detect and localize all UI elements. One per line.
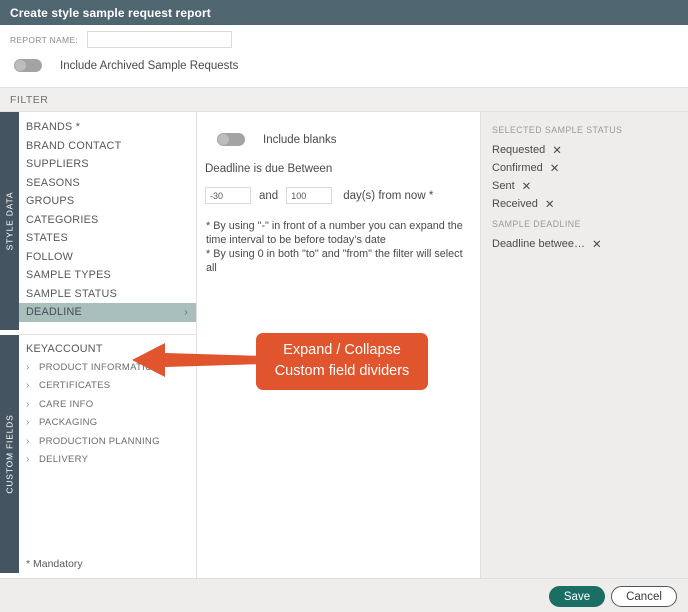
list-item-brands[interactable]: BRANDS *: [19, 118, 196, 137]
include-archived-label: Include Archived Sample Requests: [60, 60, 238, 72]
tab-custom-fields[interactable]: CUSTOM FIELDS: [0, 335, 19, 573]
remove-icon[interactable]: ✕: [545, 197, 555, 211]
custom-field-label: DELIVERY: [39, 454, 88, 465]
list-item-label: BRANDS *: [26, 121, 80, 133]
list-item-label: BRAND CONTACT: [26, 140, 121, 152]
list-item-label: SUPPLIERS: [26, 158, 89, 170]
include-archived-toggle[interactable]: [14, 59, 42, 72]
deadline-note-zero: * By using 0 in both "to" and "from" the…: [206, 247, 474, 275]
include-blanks-toggle[interactable]: [217, 133, 245, 146]
selected-status-received: Received ✕: [492, 197, 555, 211]
report-name-row: REPORT NAME:: [10, 31, 232, 48]
remove-icon[interactable]: ✕: [592, 237, 602, 251]
list-item-brand-contact[interactable]: BRAND CONTACT: [19, 137, 196, 156]
list-item-label: DEADLINE: [26, 306, 82, 318]
toggle-knob-icon: [15, 60, 26, 71]
sample-deadline-header: SAMPLE DEADLINE: [492, 219, 581, 229]
tab-style-data[interactable]: STYLE DATA: [0, 112, 19, 330]
tab-custom-fields-label: CUSTOM FIELDS: [5, 414, 15, 493]
days-from-now-label: day(s) from now *: [343, 190, 433, 202]
chip-label: Confirmed: [492, 162, 543, 174]
chevron-right-icon: ›: [26, 417, 39, 428]
selected-sample-status-header: SELECTED SAMPLE STATUS: [492, 125, 622, 135]
save-button[interactable]: Save: [549, 586, 605, 607]
list-item-sample-types[interactable]: SAMPLE TYPES: [19, 266, 196, 285]
panel-divider: [19, 334, 196, 335]
filter-section-bar: FILTER: [0, 87, 688, 112]
selected-status-sent: Sent ✕: [492, 179, 531, 193]
chip-label: Deadline betwee…: [492, 238, 585, 250]
list-item-label: SAMPLE TYPES: [26, 269, 111, 281]
remove-icon[interactable]: ✕: [552, 143, 562, 157]
annotation-arrow-icon: [132, 340, 262, 380]
chip-label: Requested: [492, 144, 545, 156]
toggle-knob-icon: [218, 134, 229, 145]
deadline-from-input[interactable]: [205, 187, 251, 204]
include-archived-row: Include Archived Sample Requests: [14, 59, 238, 72]
tab-style-data-label: STYLE DATA: [5, 192, 15, 251]
custom-field-label: PACKAGING: [39, 417, 97, 428]
custom-fields-group-label: KEYACCOUNT: [26, 343, 103, 355]
custom-field-production-planning[interactable]: › PRODUCTION PLANNING: [19, 432, 196, 451]
deadline-between-label: Deadline is due Between: [205, 163, 332, 175]
list-item-label: FOLLOW: [26, 251, 73, 263]
page-title: Create style sample request report: [10, 6, 211, 20]
selected-deadline-chip: Deadline betwee… ✕: [492, 237, 602, 251]
list-item-label: GROUPS: [26, 195, 74, 207]
list-item-label: CATEGORIES: [26, 214, 99, 226]
custom-field-label: PRODUCTION PLANNING: [39, 436, 160, 447]
custom-field-care-info[interactable]: › CARE INFO: [19, 395, 196, 414]
list-item-label: SAMPLE STATUS: [26, 288, 117, 300]
list-item-states[interactable]: STATES: [19, 229, 196, 248]
range-and-label: and: [259, 190, 278, 202]
save-button-label: Save: [564, 591, 590, 603]
chevron-right-icon: ›: [26, 436, 39, 447]
deadline-to-input[interactable]: [286, 187, 332, 204]
include-blanks-row: Include blanks: [217, 133, 337, 146]
vertical-tab-strip: STYLE DATA CUSTOM FIELDS: [0, 112, 19, 578]
chevron-right-icon: ›: [26, 399, 39, 410]
chevron-right-icon: ›: [26, 362, 39, 373]
chevron-right-icon: ›: [26, 454, 39, 465]
remove-icon[interactable]: ✕: [550, 161, 560, 175]
window-title-bar: Create style sample request report: [0, 0, 688, 25]
chip-label: Sent: [492, 180, 515, 192]
list-item-label: SEASONS: [26, 177, 80, 189]
annotation-line-1: Expand / Collapse: [261, 340, 423, 361]
list-item-categories[interactable]: CATEGORIES: [19, 211, 196, 230]
list-item-deadline[interactable]: DEADLINE ›: [19, 303, 196, 322]
list-item-suppliers[interactable]: SUPPLIERS: [19, 155, 196, 174]
chevron-right-icon: ›: [26, 380, 39, 391]
custom-field-delivery[interactable]: › DELIVERY: [19, 451, 196, 470]
list-item-sample-status[interactable]: SAMPLE STATUS: [19, 285, 196, 304]
mandatory-note: * Mandatory: [26, 558, 83, 570]
list-item-label: STATES: [26, 232, 68, 244]
dialog-footer: Save Cancel: [0, 578, 688, 612]
top-form-area: REPORT NAME: Include Archived Sample Req…: [0, 25, 688, 87]
custom-field-packaging[interactable]: › PACKAGING: [19, 414, 196, 433]
selected-filters-panel: SELECTED SAMPLE STATUS Requested ✕ Confi…: [481, 112, 688, 578]
custom-field-label: CERTIFICATES: [39, 380, 110, 391]
deadline-range-row: and day(s) from now *: [205, 187, 433, 204]
chip-label: Received: [492, 198, 538, 210]
annotation-line-2: Custom field dividers: [261, 361, 423, 382]
custom-field-label: CARE INFO: [39, 399, 93, 410]
report-name-input[interactable]: [87, 31, 232, 48]
list-item-groups[interactable]: GROUPS: [19, 192, 196, 211]
remove-icon[interactable]: ✕: [522, 179, 532, 193]
annotation-callout: Expand / Collapse Custom field dividers: [256, 333, 428, 390]
filter-label: FILTER: [10, 94, 48, 106]
deadline-note-negative: * By using "-" in front of a number you …: [206, 219, 474, 247]
chevron-right-icon: ›: [184, 307, 188, 318]
style-data-list: BRANDS * BRAND CONTACT SUPPLIERS SEASONS…: [19, 118, 196, 322]
list-item-follow[interactable]: FOLLOW: [19, 248, 196, 267]
include-blanks-label: Include blanks: [263, 134, 337, 146]
cancel-button[interactable]: Cancel: [611, 586, 677, 607]
list-item-seasons[interactable]: SEASONS: [19, 174, 196, 193]
cancel-button-label: Cancel: [626, 591, 662, 603]
selected-status-requested: Requested ✕: [492, 143, 562, 157]
selected-status-confirmed: Confirmed ✕: [492, 161, 559, 175]
report-name-label: REPORT NAME:: [10, 35, 78, 45]
